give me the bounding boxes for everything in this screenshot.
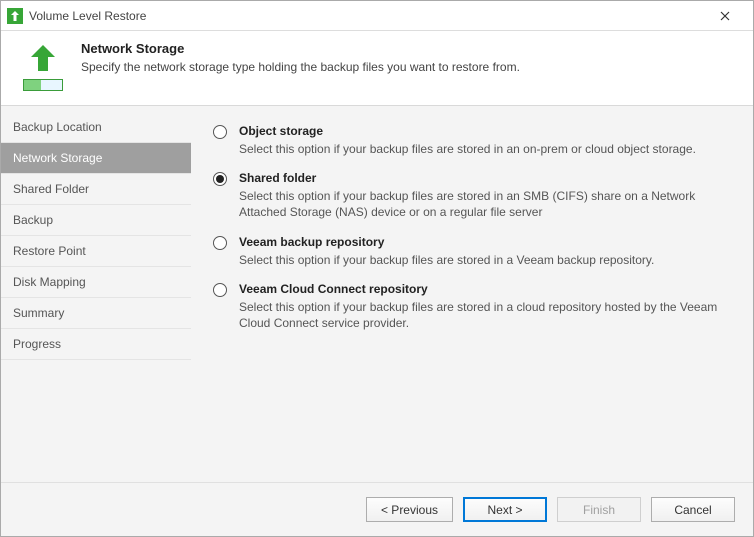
sidebar-item-backup[interactable]: Backup bbox=[1, 205, 191, 236]
restore-icon bbox=[19, 43, 67, 91]
storage-type-options: Object storage Select this option if you… bbox=[213, 124, 731, 331]
cancel-button[interactable]: Cancel bbox=[651, 497, 735, 522]
app-icon bbox=[7, 8, 23, 24]
sidebar-item-label: Backup bbox=[13, 213, 53, 227]
wizard-footer: < Previous Next > Finish Cancel bbox=[1, 482, 753, 536]
radio-icon bbox=[213, 172, 227, 186]
sidebar-item-network-storage[interactable]: Network Storage bbox=[1, 143, 191, 174]
sidebar-item-disk-mapping[interactable]: Disk Mapping bbox=[1, 267, 191, 298]
radio-icon bbox=[213, 125, 227, 139]
sidebar-item-label: Backup Location bbox=[13, 120, 102, 134]
titlebar: Volume Level Restore bbox=[1, 1, 753, 31]
page-subtitle: Specify the network storage type holding… bbox=[81, 60, 520, 74]
option-title: Object storage bbox=[239, 124, 731, 138]
sidebar-item-summary[interactable]: Summary bbox=[1, 298, 191, 329]
sidebar-item-label: Progress bbox=[13, 337, 61, 351]
option-desc: Select this option if your backup files … bbox=[239, 141, 731, 157]
option-title: Veeam backup repository bbox=[239, 235, 731, 249]
page-title: Network Storage bbox=[81, 41, 520, 56]
option-veeam-backup-repo[interactable]: Veeam backup repository Select this opti… bbox=[213, 235, 731, 268]
close-icon bbox=[720, 11, 730, 21]
sidebar-item-restore-point[interactable]: Restore Point bbox=[1, 236, 191, 267]
finish-button[interactable]: Finish bbox=[557, 497, 641, 522]
radio-icon bbox=[213, 283, 227, 297]
sidebar-item-backup-location[interactable]: Backup Location bbox=[1, 112, 191, 143]
option-desc: Select this option if your backup files … bbox=[239, 299, 731, 331]
option-title: Veeam Cloud Connect repository bbox=[239, 282, 731, 296]
sidebar-item-label: Summary bbox=[13, 306, 64, 320]
wizard-content: Object storage Select this option if you… bbox=[191, 106, 753, 482]
next-button[interactable]: Next > bbox=[463, 497, 547, 522]
sidebar-item-label: Network Storage bbox=[13, 151, 102, 165]
option-shared-folder[interactable]: Shared folder Select this option if your… bbox=[213, 171, 731, 220]
option-object-storage[interactable]: Object storage Select this option if you… bbox=[213, 124, 731, 157]
sidebar-item-progress[interactable]: Progress bbox=[1, 329, 191, 360]
option-desc: Select this option if your backup files … bbox=[239, 252, 731, 268]
wizard-header: Network Storage Specify the network stor… bbox=[1, 31, 753, 105]
window-title: Volume Level Restore bbox=[29, 9, 705, 23]
option-veeam-cloud-connect[interactable]: Veeam Cloud Connect repository Select th… bbox=[213, 282, 731, 331]
radio-icon bbox=[213, 236, 227, 250]
dialog-window: Volume Level Restore Network Storage Spe… bbox=[0, 0, 754, 537]
step-sidebar: Backup Location Network Storage Shared F… bbox=[1, 106, 191, 482]
progress-icon bbox=[23, 79, 63, 91]
header-text: Network Storage Specify the network stor… bbox=[81, 41, 520, 74]
sidebar-item-label: Restore Point bbox=[13, 244, 86, 258]
sidebar-item-label: Shared Folder bbox=[13, 182, 89, 196]
previous-button[interactable]: < Previous bbox=[366, 497, 453, 522]
sidebar-item-shared-folder[interactable]: Shared Folder bbox=[1, 174, 191, 205]
sidebar-item-label: Disk Mapping bbox=[13, 275, 86, 289]
wizard-body: Backup Location Network Storage Shared F… bbox=[1, 105, 753, 482]
close-button[interactable] bbox=[705, 2, 745, 30]
option-title: Shared folder bbox=[239, 171, 731, 185]
option-desc: Select this option if your backup files … bbox=[239, 188, 731, 220]
